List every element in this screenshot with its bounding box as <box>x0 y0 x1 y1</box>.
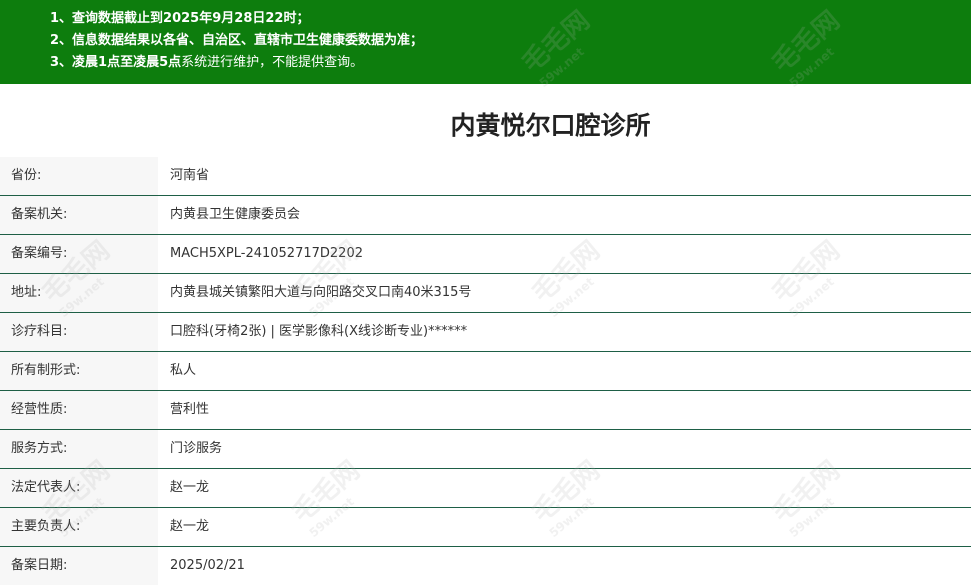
row-label: 备案编号: <box>0 235 158 273</box>
table-row-business-nature: 经营性质: 营利性 <box>0 391 971 430</box>
row-label: 服务方式: <box>0 430 158 468</box>
row-value: 门诊服务 <box>170 441 223 456</box>
row-label: 主要负责人: <box>0 508 158 546</box>
row-value: 私人 <box>170 363 197 378</box>
row-label: 所有制形式: <box>0 352 158 390</box>
notice-line-1-prefix: 1、 <box>50 11 73 26</box>
notice-banner: 1、查询数据截止到2025年9月28日22时； 2、信息数据结果以各省、自治区、… <box>0 0 971 84</box>
row-value: 赵一龙 <box>170 480 210 495</box>
notice-line-1-text: 查询数据截止到2025年9月28日22时； <box>72 11 310 26</box>
table-row-legal-rep: 法定代表人: 赵一龙 <box>0 469 971 508</box>
table-row-address: 地址: 内黄县城关镇繁阳大道与向阳路交叉口南40米315号 <box>0 274 971 313</box>
table-row-record-number: 备案编号: MACH5XPL-241052717D2202 <box>0 235 971 274</box>
table-row-authority: 备案机关: 内黄县卫生健康委员会 <box>0 196 971 235</box>
row-label: 备案日期: <box>0 547 158 585</box>
table-row-departments: 诊疗科目: 口腔科(牙椅2张) | 医学影像科(X线诊断专业)****** <box>0 313 971 352</box>
notice-line-3-rest: 系统进行维护，不能提供查询。 <box>181 55 364 70</box>
row-label: 经营性质: <box>0 391 158 429</box>
row-label: 备案机关: <box>0 196 158 234</box>
page-title: 内黄悦尔口腔诊所 <box>450 111 651 140</box>
table-row-principal: 主要负责人: 赵一龙 <box>0 508 971 547</box>
row-value: 内黄县卫生健康委员会 <box>170 207 301 222</box>
row-label: 法定代表人: <box>0 469 158 507</box>
notice-line-1: 1、查询数据截止到2025年9月28日22时； <box>50 8 971 30</box>
row-value: 赵一龙 <box>170 519 210 534</box>
row-value: MACH5XPL-241052717D2202 <box>170 246 363 261</box>
row-value: 内黄县城关镇繁阳大道与向阳路交叉口南40米315号 <box>170 285 472 300</box>
row-value: 营利性 <box>170 402 210 417</box>
notice-line-3: 3、凌晨1点至凌晨5点系统进行维护，不能提供查询。 <box>50 52 971 74</box>
row-label: 地址: <box>0 274 158 312</box>
table-row-service-mode: 服务方式: 门诊服务 <box>0 430 971 469</box>
notice-line-3-bold: 凌晨1点至凌晨5点 <box>72 55 182 70</box>
notice-line-3-prefix: 3、 <box>50 55 73 70</box>
row-label: 省份: <box>0 157 158 195</box>
notice-line-2-text: 信息数据结果以各省、自治区、直辖市卫生健康委数据为准； <box>72 33 424 48</box>
clinic-info-table: 省份: 河南省 备案机关: 内黄县卫生健康委员会 备案编号: MACH5XPL-… <box>0 157 971 585</box>
row-value: 口腔科(牙椅2张) | 医学影像科(X线诊断专业)****** <box>170 324 468 339</box>
table-row-province: 省份: 河南省 <box>0 157 971 196</box>
row-label: 诊疗科目: <box>0 313 158 351</box>
table-row-record-date: 备案日期: 2025/02/21 <box>0 547 971 585</box>
notice-line-2: 2、信息数据结果以各省、自治区、直辖市卫生健康委数据为准； <box>50 30 971 52</box>
table-row-ownership: 所有制形式: 私人 <box>0 352 971 391</box>
notice-line-2-prefix: 2、 <box>50 33 73 48</box>
row-value: 河南省 <box>170 168 210 183</box>
row-value: 2025/02/21 <box>170 558 245 573</box>
